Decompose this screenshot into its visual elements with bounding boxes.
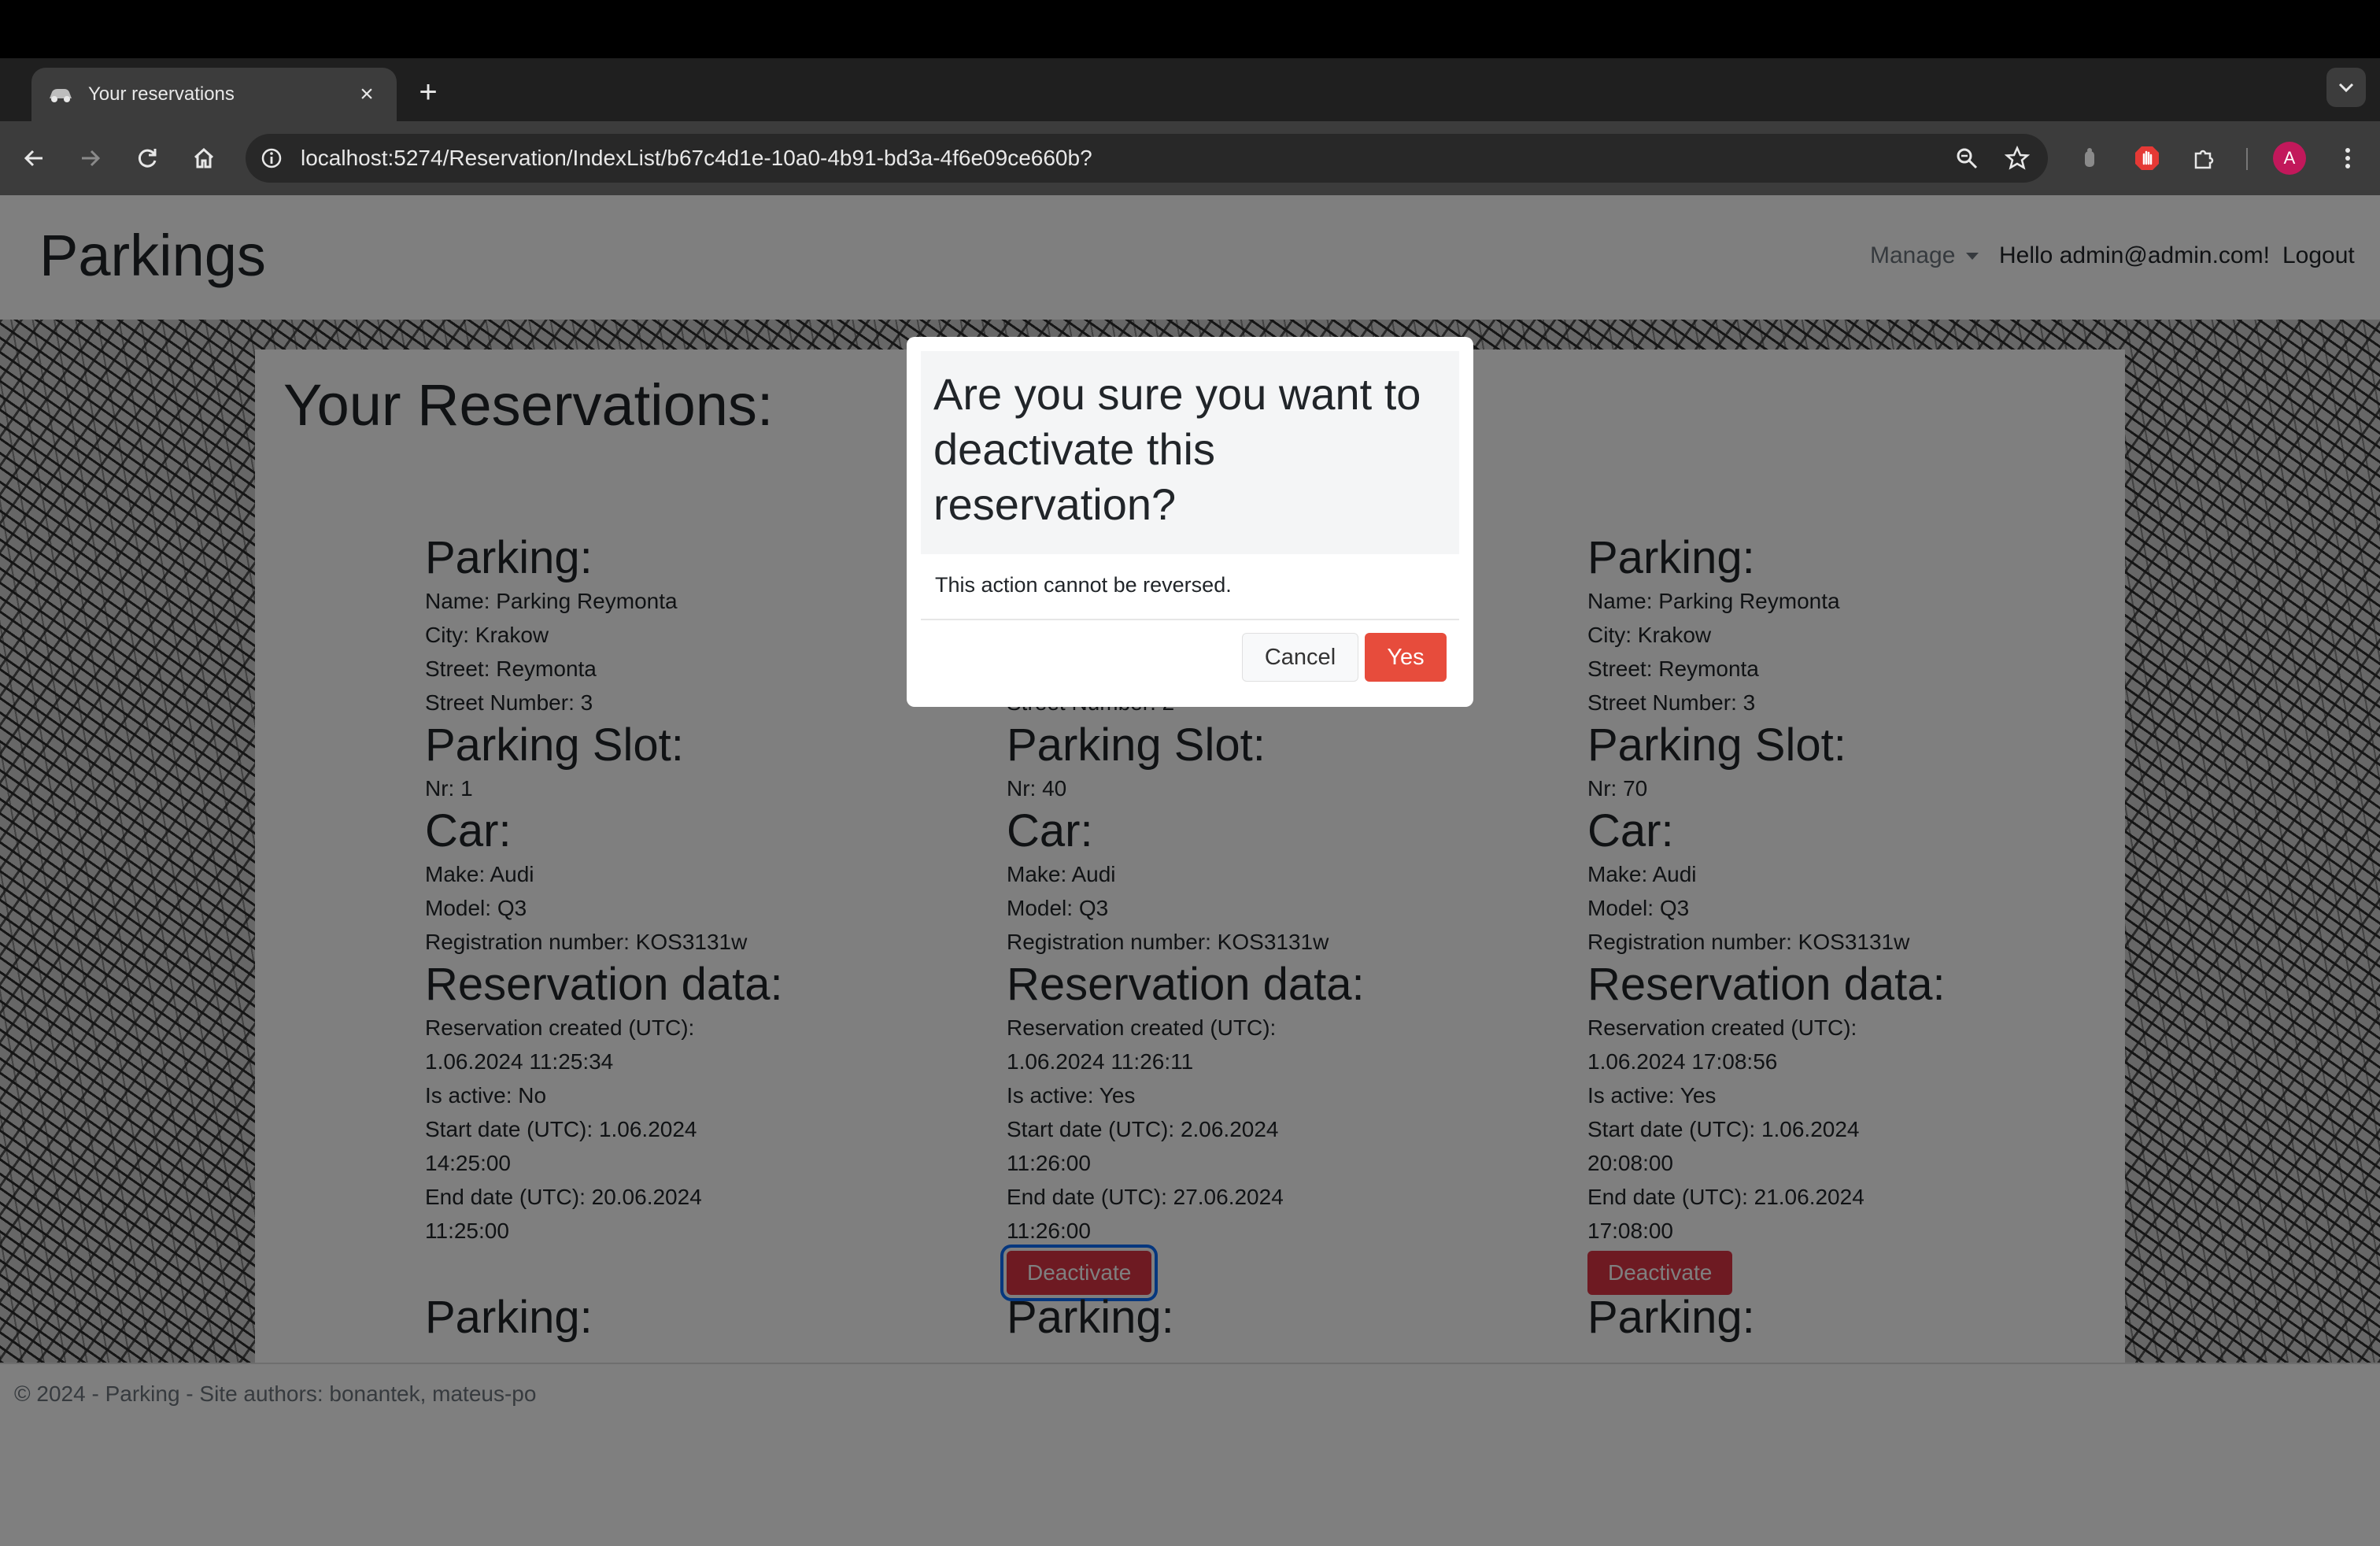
forward-button[interactable]: [71, 139, 110, 178]
cancel-button[interactable]: Cancel: [1242, 633, 1358, 682]
new-tab-button[interactable]: +: [411, 72, 445, 112]
tab-search-button[interactable]: [2326, 68, 2366, 107]
extension-icon[interactable]: [2070, 139, 2109, 178]
tab-title: Your reservations: [88, 83, 235, 105]
browser-tab[interactable]: Your reservations ×: [31, 68, 397, 121]
site-info-icon[interactable]: [258, 145, 285, 172]
home-icon: [194, 147, 214, 168]
tab-close-icon[interactable]: ×: [353, 81, 381, 108]
toolbar-separator: [2246, 148, 2248, 170]
back-button[interactable]: [14, 139, 54, 178]
profile-avatar[interactable]: A: [2273, 142, 2306, 175]
url-text[interactable]: localhost:5274/Reservation/IndexList/b67…: [301, 146, 1947, 171]
modal-body-text: This action cannot be reversed.: [935, 573, 1232, 597]
home-button[interactable]: [184, 139, 224, 178]
browser-menu-icon[interactable]: [2328, 139, 2367, 178]
modal-header: Are you sure you want to deactivate this…: [921, 351, 1459, 554]
modal-divider: [921, 619, 1459, 620]
arrow-right-icon: [82, 150, 101, 167]
browser-toolbar: localhost:5274/Reservation/IndexList/b67…: [0, 121, 2380, 195]
chevron-down-icon: [2338, 83, 2354, 92]
extensions-puzzle-icon[interactable]: [2185, 139, 2224, 178]
bookmark-star-icon[interactable]: [1998, 139, 2037, 178]
adblock-hand-icon[interactable]: [2127, 139, 2167, 178]
os-top-bar: [0, 0, 2380, 58]
zoom-icon[interactable]: [1947, 139, 1986, 178]
modal-title: Are you sure you want to deactivate this…: [933, 369, 1421, 529]
tab-strip: Your reservations × +: [0, 58, 2380, 121]
confirm-modal: Are you sure you want to deactivate this…: [907, 337, 1473, 707]
arrow-left-icon: [24, 150, 42, 167]
reload-button[interactable]: [128, 139, 167, 178]
yes-button[interactable]: Yes: [1365, 633, 1447, 682]
address-bar[interactable]: localhost:5274/Reservation/IndexList/b67…: [246, 134, 2048, 183]
reload-icon: [138, 149, 157, 168]
car-favicon-icon: [47, 81, 74, 108]
